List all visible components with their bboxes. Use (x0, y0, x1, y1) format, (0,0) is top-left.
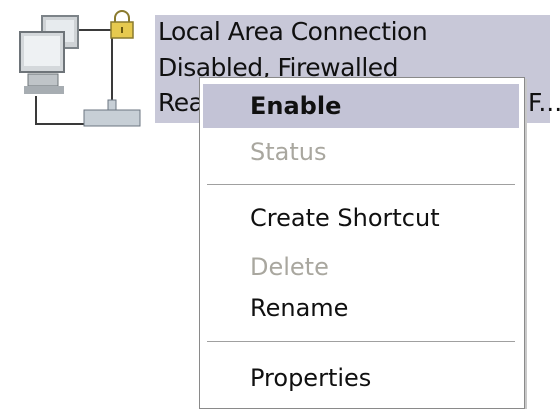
menu-item-create-shortcut[interactable]: Create Shortcut (203, 196, 519, 240)
connection-name: Local Area Connection (158, 17, 428, 46)
menu-item-rename[interactable]: Rename (203, 286, 519, 330)
menu-item-status[interactable]: Status (203, 130, 519, 174)
menu-item-delete[interactable]: Delete (203, 245, 519, 289)
menu-separator (207, 184, 515, 185)
menu-item-properties[interactable]: Properties (203, 356, 519, 400)
connection-device-tail: F... (528, 88, 560, 117)
menu-item-enable[interactable]: Enable (203, 84, 519, 128)
menu-separator (207, 341, 515, 342)
padlock-icon (110, 10, 134, 39)
network-connection-icon (12, 4, 162, 134)
connection-device: Rea (158, 88, 204, 117)
context-menu: Enable Status Create Shortcut Delete Ren… (199, 77, 525, 409)
